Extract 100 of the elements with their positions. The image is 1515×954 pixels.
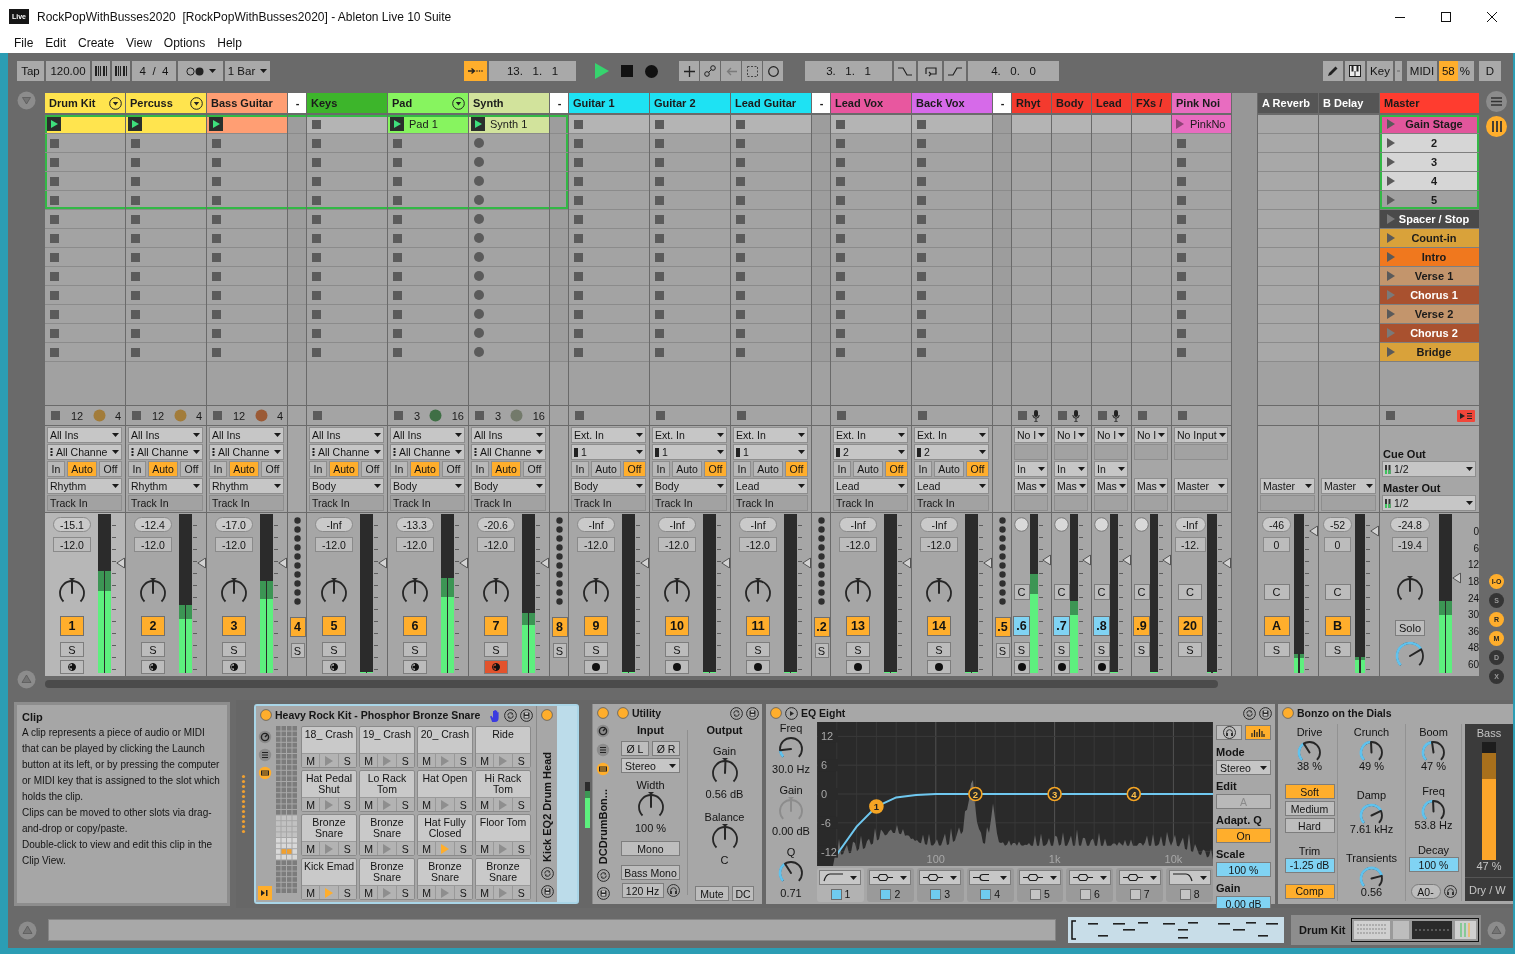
clip-slot[interactable]: [1052, 191, 1091, 210]
clip-slot[interactable]: [1012, 267, 1051, 286]
clip-slot[interactable]: [288, 191, 306, 210]
clip-slot[interactable]: [207, 210, 287, 229]
output-channel-field[interactable]: Track In: [390, 495, 465, 511]
clip-slot[interactable]: [569, 172, 649, 191]
arm-button[interactable]: [484, 660, 508, 674]
clip-slot[interactable]: [1319, 286, 1379, 305]
clip-slot[interactable]: [1132, 191, 1171, 210]
clip-slot[interactable]: [45, 248, 125, 267]
clip-slot[interactable]: [469, 286, 549, 305]
clip-slot[interactable]: [650, 115, 730, 134]
clip-slot[interactable]: [731, 324, 811, 343]
clip-slot[interactable]: [912, 134, 992, 153]
clip-slot[interactable]: [1172, 286, 1231, 305]
clip-slot[interactable]: [388, 172, 468, 191]
clip-slot[interactable]: [388, 191, 468, 210]
s-button[interactable]: S: [1053, 642, 1070, 657]
input-type-dropdown[interactable]: All Ins: [209, 427, 284, 443]
mute-button[interactable]: M: [476, 798, 494, 811]
spectrum-button[interactable]: [1245, 725, 1271, 740]
routing-field[interactable]: [1054, 444, 1088, 460]
cycle-icon[interactable]: [596, 869, 610, 882]
output-channel-field[interactable]: Track In: [309, 495, 384, 511]
s-button[interactable]: S: [454, 842, 472, 855]
clip-slot[interactable]: [1319, 324, 1379, 343]
clip-slot[interactable]: [812, 210, 830, 229]
arm-button[interactable]: [1053, 660, 1070, 674]
clip-slot[interactable]: [207, 324, 287, 343]
clip-slot[interactable]: [1012, 305, 1051, 324]
clip-slot[interactable]: [1258, 115, 1318, 134]
clip-slot[interactable]: [831, 286, 911, 305]
clip-slot[interactable]: [812, 153, 830, 172]
band-checkbox[interactable]: [980, 888, 992, 900]
clip-slot[interactable]: [812, 115, 830, 134]
scene[interactable]: Gain Stage: [1380, 115, 1479, 134]
track-header[interactable]: Lead Vox: [831, 93, 911, 113]
clip-slot[interactable]: [1258, 134, 1318, 153]
volume-field[interactable]: -19.4: [1392, 537, 1428, 552]
clip-slot[interactable]: [831, 305, 911, 324]
track-header[interactable]: Guitar 2: [650, 93, 730, 113]
clip-slot[interactable]: [469, 343, 549, 362]
s-button[interactable]: S: [396, 842, 414, 855]
list-icon[interactable]: [596, 743, 610, 757]
drum-pad[interactable]: 19_ Crash M S: [359, 726, 415, 768]
track-header[interactable]: Lead: [1092, 93, 1131, 113]
arm-button[interactable]: [927, 660, 951, 674]
clip-slot[interactable]: [1319, 134, 1379, 153]
clip-slot[interactable]: [1172, 153, 1231, 172]
clip-slot[interactable]: [569, 324, 649, 343]
clip-slot[interactable]: [1092, 229, 1131, 248]
clip-slot[interactable]: [288, 210, 306, 229]
track-header[interactable]: Master: [1380, 93, 1479, 113]
monitor-button[interactable]: In: [47, 461, 65, 477]
cue-out-dropdown[interactable]: 1/2: [1382, 461, 1476, 477]
scene[interactable]: 5: [1380, 191, 1479, 210]
clip-slot[interactable]: [469, 172, 549, 191]
scene[interactable]: Bridge: [1380, 343, 1479, 362]
mute-button[interactable]: M: [360, 842, 378, 855]
output-channel-field[interactable]: Track In: [833, 495, 908, 511]
track-header[interactable]: -: [550, 93, 568, 113]
monitor-button[interactable]: Auto: [672, 461, 702, 477]
track-header[interactable]: -: [288, 93, 306, 113]
monitor-button[interactable]: Auto: [591, 461, 621, 477]
clip-slot[interactable]: [1132, 305, 1171, 324]
metronome-dropdown[interactable]: [178, 61, 223, 81]
save-icon[interactable]: [746, 706, 759, 720]
monitor-button[interactable]: In: [833, 461, 851, 477]
clip-slot[interactable]: [569, 134, 649, 153]
band-checkbox[interactable]: [830, 888, 842, 900]
output-channel-field[interactable]: Track In: [914, 495, 989, 511]
clip-slot[interactable]: [1319, 343, 1379, 362]
monitor-button[interactable]: Off: [442, 461, 465, 477]
clip-slot[interactable]: [1092, 286, 1131, 305]
output-channel-field[interactable]: Track In: [571, 495, 646, 511]
list-icon[interactable]: [258, 748, 272, 762]
clip[interactable]: PinkNo: [1172, 115, 1231, 134]
mute-button[interactable]: M: [418, 886, 436, 899]
monitor-button[interactable]: Off: [785, 461, 808, 477]
track-number-button[interactable]: 6: [403, 616, 427, 636]
clip-slot[interactable]: [307, 229, 387, 248]
clip-slot[interactable]: [831, 210, 911, 229]
mute-button[interactable]: M: [476, 886, 494, 899]
clip-slot[interactable]: [1172, 172, 1231, 191]
s-button[interactable]: S: [454, 886, 472, 899]
output-type-dropdown[interactable]: Body: [571, 478, 646, 494]
clip-slot[interactable]: [1132, 343, 1171, 362]
s-button[interactable]: S: [141, 642, 165, 657]
clip-slot[interactable]: [1172, 134, 1231, 153]
preset-button[interactable]: A0-: [1410, 884, 1441, 899]
clip-slot[interactable]: [469, 134, 549, 153]
output-type-dropdown[interactable]: Body: [652, 478, 727, 494]
monitor-button[interactable]: Auto: [148, 461, 178, 477]
clip-slot[interactable]: [993, 115, 1011, 134]
clip-slot[interactable]: [1012, 134, 1051, 153]
track-header[interactable]: Pad: [388, 93, 468, 113]
clip-slot[interactable]: [288, 343, 306, 362]
clip-slot[interactable]: [469, 305, 549, 324]
band-marker[interactable]: 1: [869, 799, 884, 814]
clip-slot[interactable]: [1172, 248, 1231, 267]
